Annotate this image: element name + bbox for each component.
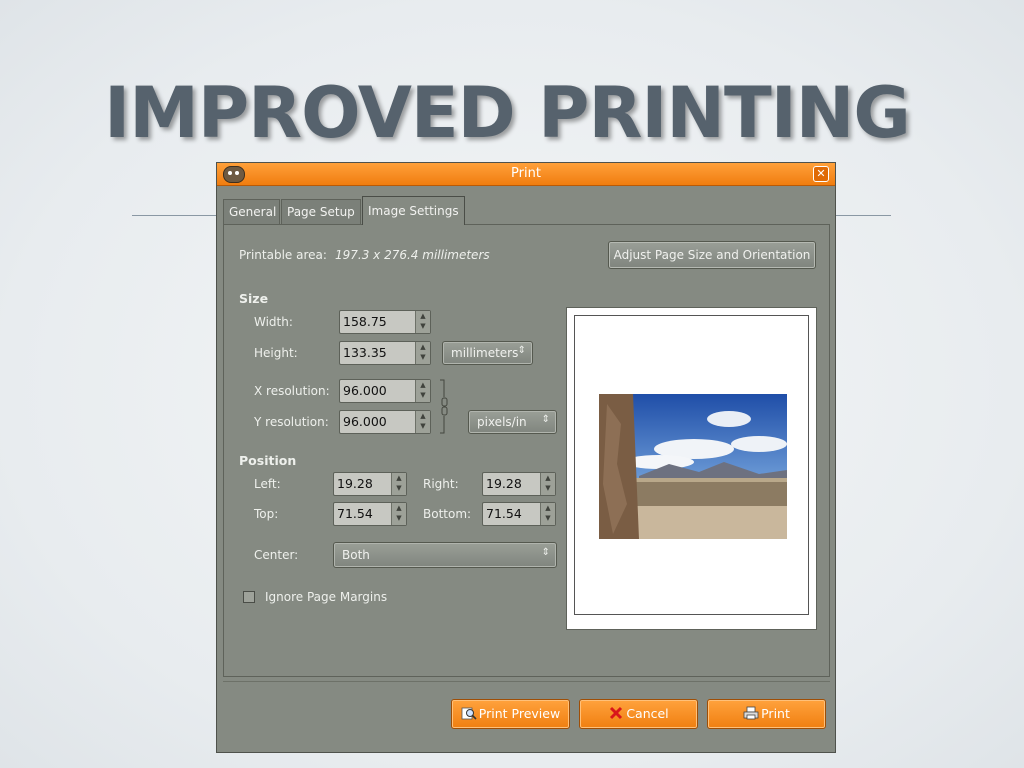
top-label: Top: bbox=[254, 507, 279, 521]
slide-divider-right bbox=[836, 215, 891, 216]
right-label: Right: bbox=[423, 477, 459, 491]
right-spinbox[interactable]: 19.28 ▲ ▼ bbox=[482, 472, 556, 496]
magnifier-page-icon bbox=[461, 707, 477, 720]
printable-area-value: 197.3 x 276.4 millimeters bbox=[335, 248, 490, 262]
ignore-margins-checkbox[interactable] bbox=[243, 591, 255, 603]
position-heading: Position bbox=[239, 453, 297, 468]
print-label: Print bbox=[761, 706, 790, 721]
center-select[interactable]: Both ⇕ bbox=[333, 542, 557, 568]
paper-preview bbox=[574, 315, 809, 615]
slide-divider-left bbox=[132, 215, 222, 216]
size-units-select[interactable]: millimeters ⇕ bbox=[442, 341, 533, 365]
y-resolution-value: 96.000 bbox=[343, 414, 387, 429]
ignore-margins-label[interactable]: Ignore Page Margins bbox=[265, 590, 387, 604]
center-value: Both bbox=[342, 548, 370, 562]
cancel-button[interactable]: Cancel bbox=[579, 699, 698, 729]
bottom-spinbox[interactable]: 71.54 ▲ ▼ bbox=[482, 502, 556, 526]
printer-icon bbox=[743, 706, 759, 720]
print-dialog: Print ✕ General Page Setup Image Setting… bbox=[216, 162, 836, 753]
spin-arrows-icon[interactable]: ▲ ▼ bbox=[391, 503, 406, 525]
spin-arrows-icon[interactable]: ▲ ▼ bbox=[391, 473, 406, 495]
print-preview-label: Print Preview bbox=[478, 706, 561, 721]
tab-general[interactable]: General bbox=[223, 199, 280, 224]
print-button[interactable]: Print bbox=[707, 699, 826, 729]
top-spinbox[interactable]: 71.54 ▲ ▼ bbox=[333, 502, 407, 526]
x-resolution-spinbox[interactable]: 96.000 ▲ ▼ bbox=[339, 379, 431, 403]
bottom-value: 71.54 bbox=[486, 506, 522, 521]
width-spinbox[interactable]: 158.75 ▲ ▼ bbox=[339, 310, 431, 334]
combo-arrows-icon: ⇕ bbox=[541, 547, 550, 558]
resolution-units-value: pixels/in bbox=[477, 415, 527, 429]
height-label: Height: bbox=[254, 346, 298, 360]
combo-arrows-icon: ⇕ bbox=[541, 414, 550, 425]
left-spinbox[interactable]: 19.28 ▲ ▼ bbox=[333, 472, 407, 496]
height-spinbox[interactable]: 133.35 ▲ ▼ bbox=[339, 341, 431, 365]
spin-arrows-icon[interactable]: ▲ ▼ bbox=[415, 342, 430, 364]
spin-arrows-icon[interactable]: ▲ ▼ bbox=[415, 311, 430, 333]
left-value: 19.28 bbox=[337, 476, 373, 491]
tab-image-settings[interactable]: Image Settings bbox=[362, 196, 465, 225]
chain-link-icon[interactable] bbox=[439, 379, 451, 434]
top-value: 71.54 bbox=[337, 506, 373, 521]
spin-arrows-icon[interactable]: ▲ ▼ bbox=[540, 473, 555, 495]
y-resolution-label: Y resolution: bbox=[254, 415, 329, 429]
left-label: Left: bbox=[254, 477, 281, 491]
cancel-label: Cancel bbox=[626, 706, 669, 721]
print-preview-area[interactable] bbox=[566, 307, 817, 630]
close-icon[interactable]: ✕ bbox=[813, 166, 829, 182]
center-label: Center: bbox=[254, 548, 299, 562]
resolution-units-select[interactable]: pixels/in ⇕ bbox=[468, 410, 557, 434]
dialog-titlebar[interactable]: Print ✕ bbox=[217, 163, 835, 186]
size-units-value: millimeters bbox=[451, 346, 519, 360]
right-value: 19.28 bbox=[486, 476, 522, 491]
tab-page-setup[interactable]: Page Setup bbox=[281, 199, 361, 224]
width-label: Width: bbox=[254, 315, 293, 329]
cancel-x-icon bbox=[610, 706, 623, 720]
image-thumbnail[interactable] bbox=[599, 394, 787, 539]
size-heading: Size bbox=[239, 291, 269, 306]
spin-arrows-icon[interactable]: ▲ ▼ bbox=[415, 380, 430, 402]
x-resolution-label: X resolution: bbox=[254, 384, 330, 398]
combo-arrows-icon: ⇕ bbox=[517, 345, 526, 356]
slide-title: IMPROVED PRINTING bbox=[104, 72, 911, 154]
y-resolution-spinbox[interactable]: 96.000 ▲ ▼ bbox=[339, 410, 431, 434]
spin-arrows-icon[interactable]: ▲ ▼ bbox=[540, 503, 555, 525]
dialog-title: Print bbox=[511, 166, 541, 181]
print-preview-button[interactable]: Print Preview bbox=[451, 699, 570, 729]
height-value: 133.35 bbox=[343, 345, 387, 360]
bottom-label: Bottom: bbox=[423, 507, 472, 521]
spin-arrows-icon[interactable]: ▲ ▼ bbox=[415, 411, 430, 433]
button-separator bbox=[223, 681, 830, 682]
x-resolution-value: 96.000 bbox=[343, 383, 387, 398]
printable-area-label: Printable area: bbox=[239, 248, 327, 262]
width-value: 158.75 bbox=[343, 314, 387, 329]
adjust-page-size-button[interactable]: Adjust Page Size and Orientation bbox=[608, 241, 816, 269]
